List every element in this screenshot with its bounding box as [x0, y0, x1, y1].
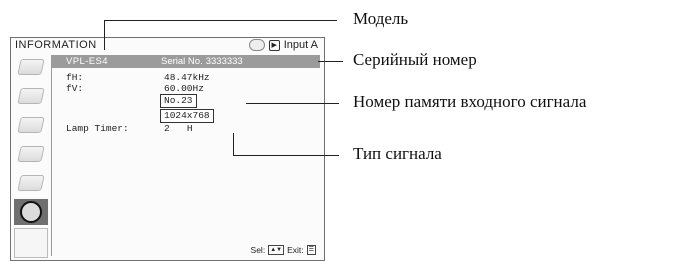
input-icon: ▶ [268, 39, 280, 51]
serial-label: Serial No. [161, 56, 203, 67]
adjust-icon[interactable] [14, 83, 48, 109]
model-callout-label: Модель [353, 9, 409, 28]
memory-callout-line [246, 103, 339, 104]
blank-slot [14, 228, 48, 258]
model-name: VPL-ES4 [66, 56, 108, 67]
model-callout-horizontal [104, 20, 337, 21]
signal-type-box: 1024x768 [160, 109, 214, 123]
serial-callout-label: Серийный номер [353, 50, 477, 69]
input-indicator: ▶ Input A [248, 39, 318, 51]
menu-title: INFORMATION [15, 39, 97, 51]
model-bar: VPL-ES4 Serial No. 3333333 [52, 56, 320, 68]
toggle-icon [248, 39, 265, 51]
signal-type-callout-label: Тип сигнала [353, 144, 442, 163]
menu-footer: Sel: ▲▼ Exit: ☰ [251, 245, 316, 255]
fh-label: fH: [66, 72, 84, 83]
fh-value: 48.47kHz [164, 72, 210, 83]
lamp-timer-label: Lamp Timer: [66, 123, 129, 134]
sel-key-icon: ▲▼ [268, 245, 285, 255]
exit-label: Exit: [287, 245, 304, 255]
model-callout-vertical [104, 20, 105, 50]
serial-number: Serial No. 3333333 [161, 56, 243, 68]
menu-icon[interactable] [14, 141, 48, 167]
information-icon[interactable] [14, 199, 48, 225]
serial-callout-line [318, 61, 343, 62]
serial-value: 3333333 [205, 56, 243, 67]
lamp-hours: 2 [164, 123, 170, 134]
sel-label: Sel: [250, 245, 266, 255]
fv-value: 60.00Hz [164, 83, 204, 94]
input-label: Input A [283, 39, 318, 51]
lamp-timer-value: 2 H [164, 123, 193, 134]
setup-icon[interactable] [14, 112, 48, 138]
lamp-unit: H [186, 123, 193, 134]
installation-icon[interactable] [14, 170, 48, 196]
memory-callout-label: Номер памяти входного сигнала [353, 92, 587, 111]
menu-sidebar [14, 54, 48, 259]
picture-icon[interactable] [14, 54, 48, 80]
memory-number-box: No.23 [160, 94, 197, 108]
menu-key-icon: ☰ [306, 245, 316, 255]
fv-label: fV: [66, 83, 84, 94]
signal-callout-horizontal [233, 155, 339, 156]
projector-menu-screen: INFORMATION ▶ Input A VPL-ES4 Serial No.… [10, 37, 325, 261]
signal-callout-vertical [233, 133, 234, 155]
